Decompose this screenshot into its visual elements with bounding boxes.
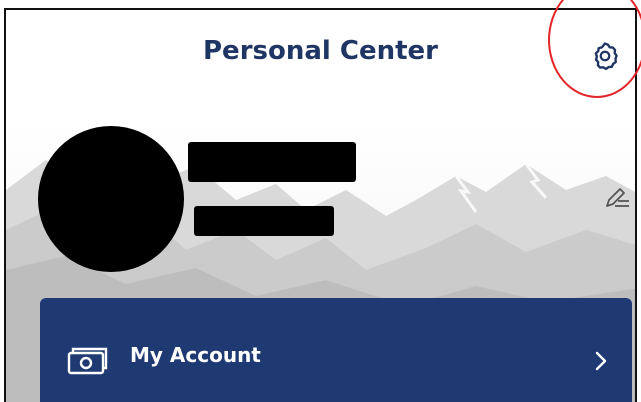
avatar[interactable] [38, 126, 184, 272]
chevron-right-icon [595, 351, 607, 371]
page-title: Personal Center [203, 36, 438, 66]
name-redaction [188, 142, 356, 182]
edit-profile-button[interactable] [600, 182, 635, 214]
gear-icon [594, 42, 618, 71]
my-account-label: My Account [130, 343, 261, 367]
wallet-icon [67, 347, 108, 375]
edit-pencil-icon [606, 188, 629, 207]
personal-center-screen: Personal Center xxxxxxxxxxxxh xxxxxxxxxx… [4, 8, 637, 402]
id-redaction [194, 206, 334, 236]
my-account-item[interactable]: My Account [40, 298, 632, 402]
settings-button[interactable] [585, 36, 625, 76]
